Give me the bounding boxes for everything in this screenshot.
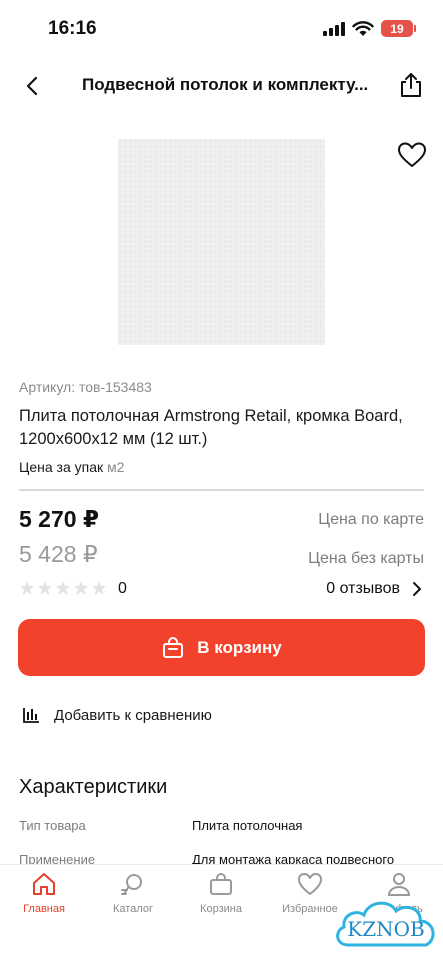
header: Подвесной потолок и комплекту... [0,58,443,114]
home-icon [33,873,55,895]
status-time: 16:16 [48,18,97,39]
star-icon [92,581,106,595]
add-to-compare-button[interactable]: Добавить к сравнению [22,706,212,724]
compare-label: Добавить к сравнению [54,706,212,724]
signal-icon [323,22,345,36]
price-card-label: Цена по карте [318,511,424,528]
shopping-bag-icon [163,636,184,658]
tab-label: Главная [23,903,65,915]
price-nocard-label: Цена без карты [308,550,424,567]
watermark-text: KZNOB [347,917,424,941]
star-icon [38,581,52,595]
star-icon [20,581,34,595]
status-bar: 16:16 19 [0,0,443,58]
add-to-cart-button[interactable]: В корзину [18,619,425,676]
catalog-search-icon [121,874,142,895]
battery-level: 19 [390,21,404,36]
favorite-heart-icon[interactable] [397,141,427,169]
tab-label: Каталог [113,903,153,915]
price-unit-selector[interactable]: Цена за упак м2 [19,459,124,475]
tab-cart[interactable]: Корзина [177,871,265,915]
add-to-cart-label: В корзину [197,637,282,657]
tab-home[interactable]: Главная [0,871,88,915]
back-icon[interactable] [18,72,46,100]
battery-icon: 19 [381,20,416,37]
cart-icon [210,873,232,895]
wifi-icon [352,21,374,36]
page-title: Подвесной потолок и комплекту... [82,75,369,94]
spec-key: Тип товара [19,818,86,833]
watermark-logo: KZNOB [336,901,435,947]
product-image[interactable] [118,139,325,345]
spec-value: Плита потолочная [192,818,303,833]
reviews-link[interactable]: 0 отзывов [326,580,422,598]
product-title: Плита потолочная Armstrong Retail, кромк… [19,407,403,448]
tab-label: Корзина [200,903,242,915]
tab-catalog[interactable]: Каталог [89,871,177,915]
star-icon [56,581,70,595]
product-sku: Артикул: тов-153483 [19,379,152,395]
price-card: 5 270 ₽ [19,506,99,532]
price-per-unit[interactable]: м2 [107,459,124,475]
divider [19,489,424,491]
rating-count: 0 [118,580,127,597]
share-icon[interactable] [396,70,426,100]
compare-bars-icon [23,708,39,723]
specs-title: Характеристики [19,776,168,798]
star-icon [74,581,88,595]
heart-icon [298,873,322,895]
reviews-label: 0 отзывов [326,580,400,597]
rating-stars [19,580,107,596]
price-per-label: Цена за упак [19,459,104,475]
price-nocard: 5 428 ₽ [19,541,98,567]
chevron-right-icon [413,582,421,596]
